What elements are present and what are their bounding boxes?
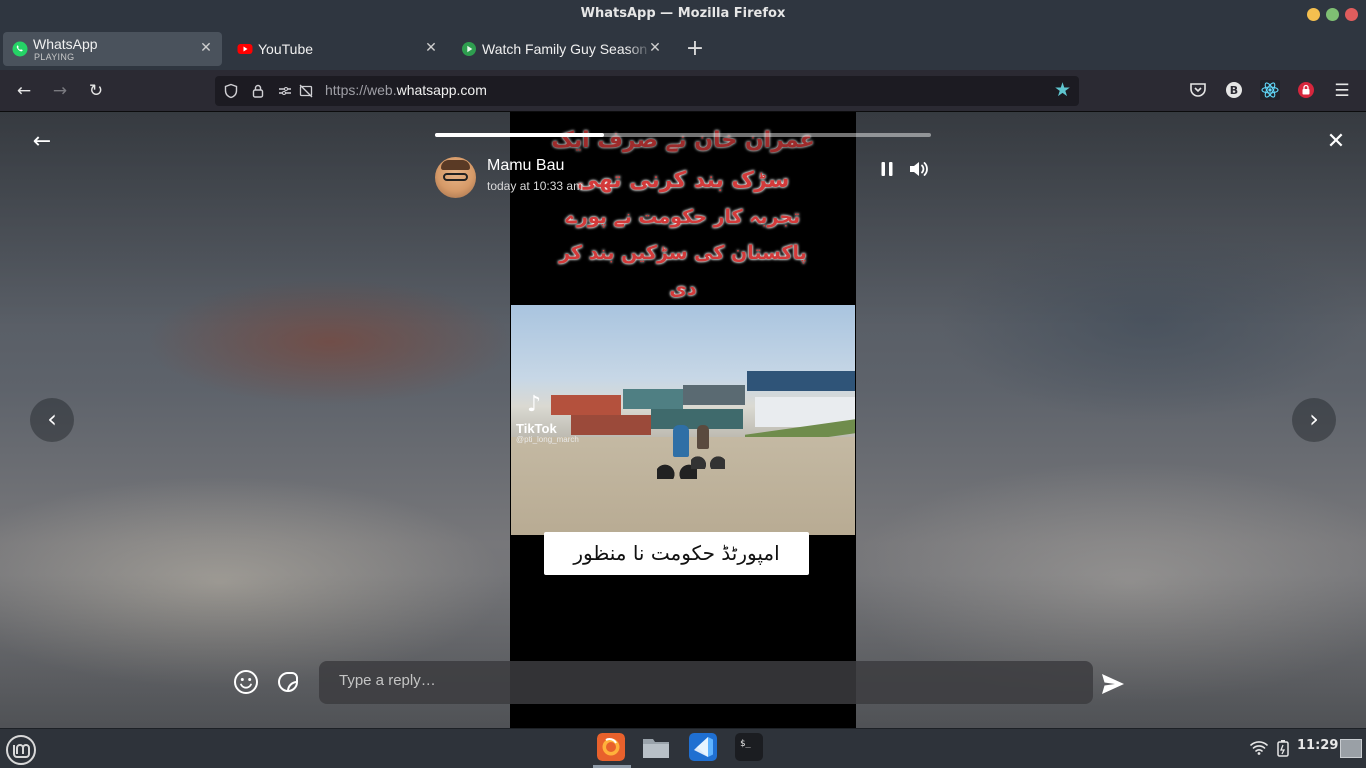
pause-icon[interactable] <box>878 160 896 178</box>
status-progress-fill <box>435 133 604 137</box>
shield-icon[interactable] <box>223 83 239 99</box>
url-text[interactable]: https://web.whatsapp.com <box>325 82 487 98</box>
overlay-text-line: تجربہ کار حکومت نے پورے <box>565 206 801 228</box>
reload-button[interactable]: ↻ <box>84 79 108 103</box>
password-manager-icon[interactable] <box>1296 80 1316 100</box>
mint-menu-icon[interactable] <box>5 734 37 766</box>
clock[interactable]: 11:29 <box>1297 738 1338 753</box>
motorcycle <box>691 447 725 469</box>
close-tab-icon[interactable]: ✕ <box>198 40 214 56</box>
taskbar: $_ 11:29 <box>0 728 1366 768</box>
app-menu-icon[interactable]: ☰ <box>1330 79 1354 103</box>
avatar[interactable] <box>435 157 476 198</box>
rider <box>673 425 689 457</box>
wifi-icon[interactable] <box>1250 740 1268 756</box>
tab-playing-label: PLAYING <box>34 52 75 62</box>
window-title: WhatsApp — Mozilla Firefox <box>580 6 786 21</box>
sticker-icon[interactable] <box>276 670 300 694</box>
rider <box>697 425 709 449</box>
tiktok-brand: TikTok <box>516 421 557 436</box>
svg-text:$_: $_ <box>740 739 751 749</box>
battery-icon[interactable] <box>1276 739 1290 757</box>
tab-whatsapp[interactable]: WhatsApp PLAYING ✕ <box>3 32 222 66</box>
overlay-text-line: پاکستان کی سڑکیں بند کر <box>559 242 807 264</box>
overlay-text-line: دی <box>669 278 697 300</box>
volume-icon[interactable] <box>908 159 930 179</box>
files-icon[interactable] <box>642 733 670 761</box>
video-frame: ♪ TikTok @pti_long_march <box>511 305 855 535</box>
maximize-button[interactable] <box>1326 8 1339 21</box>
status-timestamp: today at 10:33 am <box>487 179 584 193</box>
lock-icon[interactable] <box>250 83 266 99</box>
emoji-icon[interactable] <box>233 669 259 695</box>
reply-input[interactable]: Type a reply… <box>319 661 1093 704</box>
contact-name: Mamu Bau <box>487 157 565 174</box>
back-button[interactable]: ← <box>12 79 36 103</box>
tab-title: YouTube <box>258 41 314 57</box>
pocket-icon[interactable] <box>1188 80 1208 100</box>
overlay-text-line: عمران خان نے صرف ایک <box>551 128 815 153</box>
bookmark-star-icon[interactable]: ★ <box>1054 79 1071 101</box>
shipping-container <box>623 389 683 409</box>
close-tab-icon[interactable]: ✕ <box>647 40 663 56</box>
shipping-container <box>683 385 745 405</box>
firefox-icon[interactable] <box>597 733 625 761</box>
status-progress-bar <box>435 133 931 137</box>
tab-title: WhatsApp <box>33 36 98 52</box>
viewer-close-button[interactable]: ✕ <box>1323 128 1349 156</box>
shipping-container <box>551 395 621 415</box>
tiktok-username: @pti_long_march <box>516 435 579 444</box>
caption-text: امپورٹڈ حکومت نا منظور <box>573 541 780 565</box>
tiktok-logo-icon: ♪ <box>527 392 542 417</box>
close-window-button[interactable] <box>1345 8 1358 21</box>
status-video[interactable]: عمران خان نے صرف ایک سڑک بند کرنی تھی تج… <box>510 112 856 728</box>
show-desktop-button[interactable] <box>1340 739 1362 758</box>
whatsapp-icon <box>12 41 28 57</box>
extension-b-icon[interactable]: B <box>1224 80 1244 100</box>
play-icon <box>462 42 476 56</box>
youtube-icon <box>237 44 253 54</box>
minimize-button[interactable] <box>1307 8 1320 21</box>
new-tab-button[interactable]: + <box>684 36 706 62</box>
react-devtools-icon[interactable] <box>1260 80 1280 100</box>
tab-family-guy[interactable]: Watch Family Guy Season 1 Episode ✕ <box>452 32 671 66</box>
tab-bar: WhatsApp PLAYING ✕ YouTube ✕ Watch Famil… <box>0 28 1366 70</box>
window-titlebar: WhatsApp — Mozilla Firefox <box>0 0 1366 28</box>
previous-status-button[interactable]: ‹ <box>30 398 74 442</box>
navigation-bar: ← → ↻ https://web.whatsapp.com ★ B ☰ <box>0 70 1366 112</box>
viewer-back-button[interactable]: ← <box>30 128 54 156</box>
blocked-media-icon[interactable] <box>298 83 314 99</box>
send-icon[interactable] <box>1100 671 1126 697</box>
url-bar[interactable]: https://web.whatsapp.com ★ <box>215 76 1079 106</box>
next-status-button[interactable]: › <box>1292 398 1336 442</box>
permissions-icon[interactable] <box>277 83 293 99</box>
terminal-icon[interactable]: $_ <box>735 733 763 761</box>
forward-button[interactable]: → <box>48 79 72 103</box>
svg-text:B: B <box>1230 84 1238 97</box>
status-viewer: عمران خان نے صرف ایک سڑک بند کرنی تھی تج… <box>0 112 1366 728</box>
shipping-container <box>571 415 651 435</box>
caption-box: امپورٹڈ حکومت نا منظور <box>544 532 809 575</box>
shipping-container <box>747 371 855 391</box>
vscode-icon[interactable] <box>689 733 717 761</box>
close-tab-icon[interactable]: ✕ <box>423 40 439 56</box>
reply-placeholder: Type a reply… <box>339 672 436 689</box>
tab-title: Watch Family Guy Season 1 Episode <box>482 41 652 57</box>
tab-youtube[interactable]: YouTube ✕ <box>228 32 447 66</box>
